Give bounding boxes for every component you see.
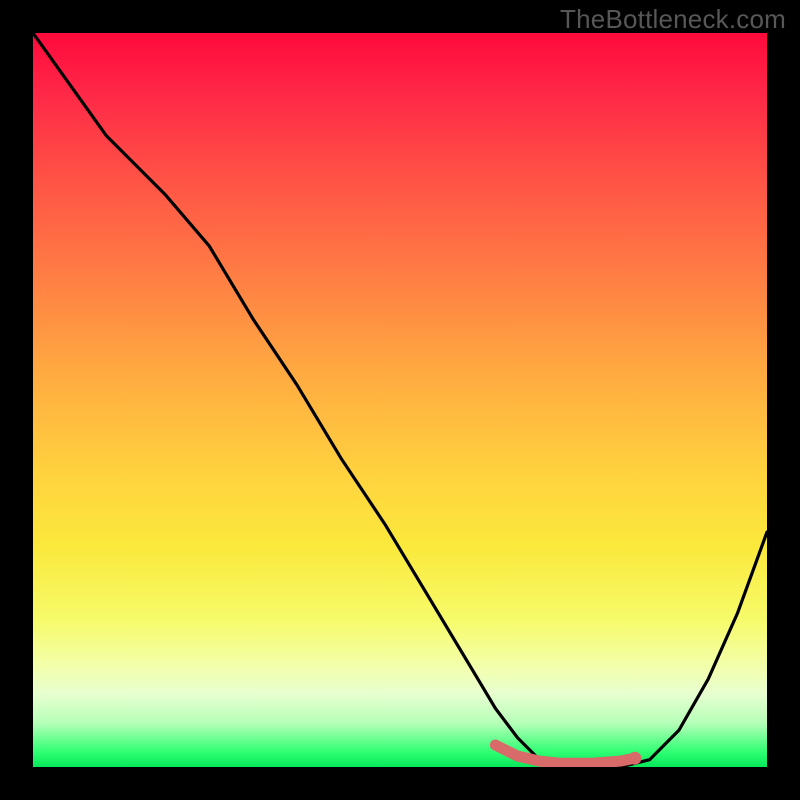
- chart-svg: [33, 33, 767, 767]
- watermark-text: TheBottleneck.com: [560, 4, 786, 35]
- highlight-end-dot: [628, 752, 641, 765]
- bottleneck-curve-path: [33, 33, 767, 767]
- chart-frame: TheBottleneck.com: [0, 0, 800, 800]
- plot-area: [33, 33, 767, 767]
- highlight-flat-path: [495, 745, 635, 763]
